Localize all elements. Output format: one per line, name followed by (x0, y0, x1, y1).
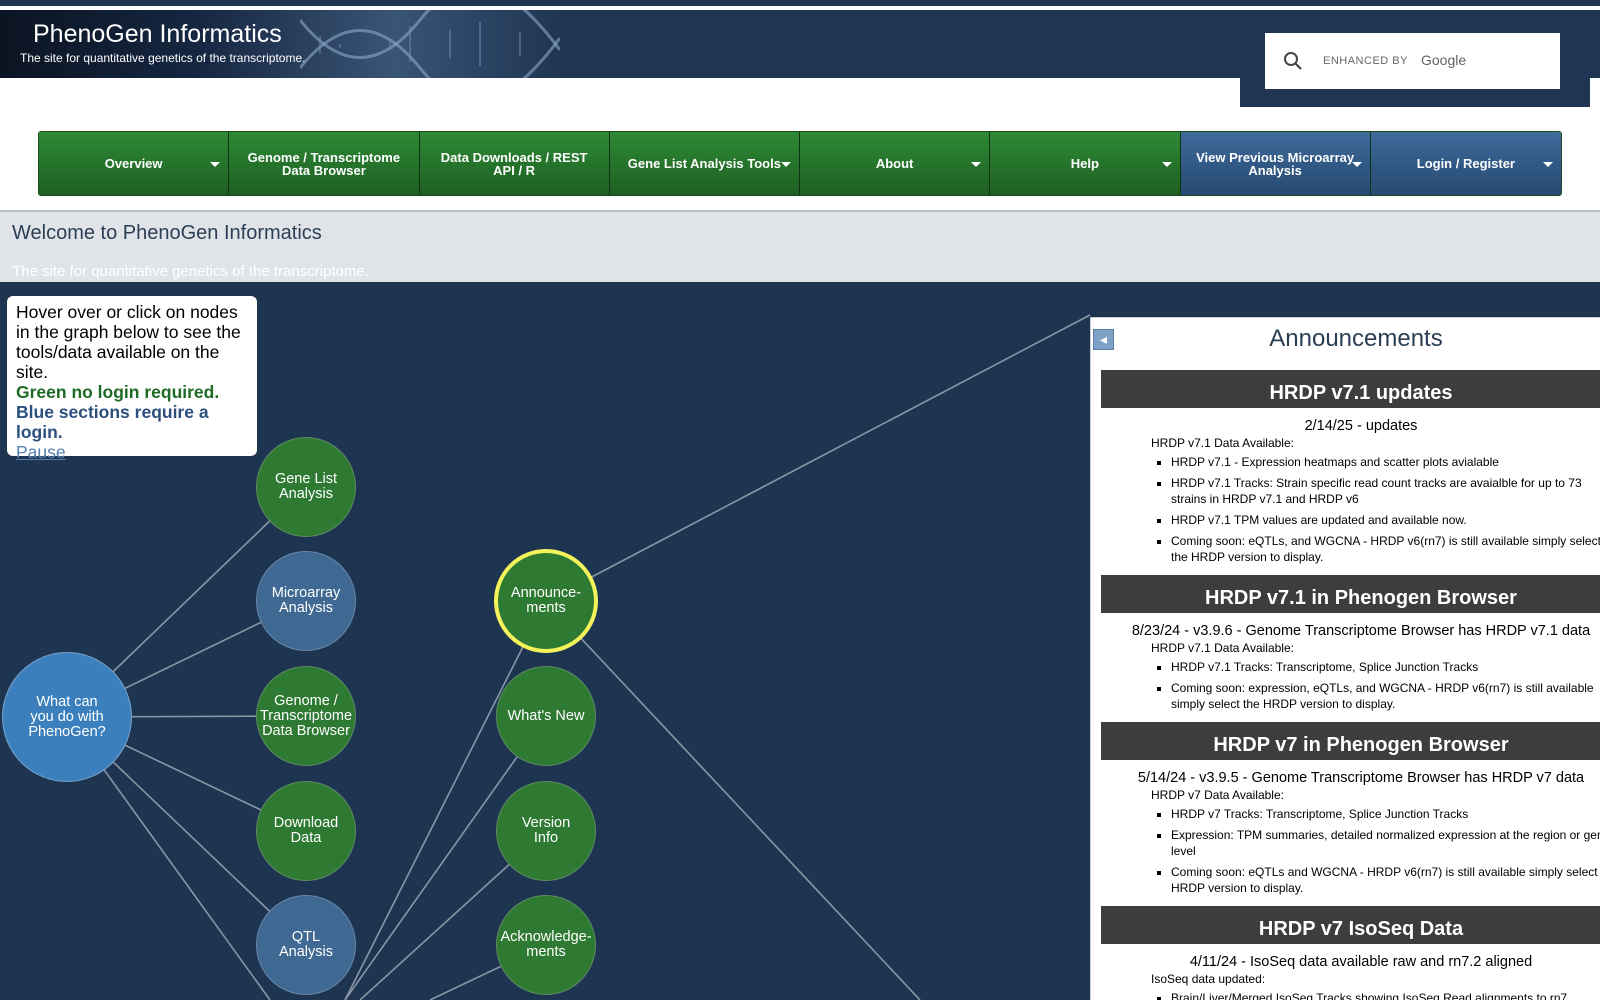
site-tagline: The site for quantitative genetics of th… (20, 51, 306, 65)
nav-gene-list-tools[interactable]: Gene List Analysis Tools (609, 132, 800, 195)
node-label: Microarray Analysis (271, 585, 341, 616)
announcement-bullets: HRDP v7 Tracks: Transcriptome, Splice Ju… (1171, 806, 1600, 896)
legend-blue: Blue sections require a login. (16, 402, 209, 442)
welcome-subtitle: The site for quantitative genetics of th… (12, 263, 369, 280)
node-label: What can you do with PhenoGen? (28, 693, 106, 740)
nav-label: View Previous Microarray Analysis (1196, 149, 1355, 178)
graph-instructions: Hover over or click on nodes in the grap… (7, 296, 257, 462)
announcement-bullets: HRDP v7.1 Tracks: Transcriptome, Splice … (1171, 659, 1600, 712)
nav-about[interactable]: About (800, 132, 991, 195)
main-nav: Overview Genome / Transcriptome Data Bro… (38, 131, 1562, 196)
chevron-down-icon[interactable] (971, 162, 982, 167)
nav-label: Genome / Transcriptome Data Browser (247, 149, 401, 178)
node-label: What's New (507, 707, 585, 724)
search-icon[interactable] (1283, 51, 1303, 71)
instructions-text: Hover over or click on nodes in the grap… (16, 302, 241, 382)
search-box[interactable]: ENHANCED BY Google (1265, 33, 1560, 89)
announcement-lead: IsoSeq data updated: (1151, 972, 1266, 986)
node-qtl-analysis[interactable]: QTL Analysis (256, 895, 356, 995)
node-root[interactable]: What can you do with PhenoGen? (2, 652, 132, 782)
announcements-panel: ◂ Announcements HRDP v7.1 updates 2/14/2… (1090, 317, 1600, 1000)
node-label: Acknowledge- ments (500, 929, 592, 960)
nav-label: Data Downloads / REST API / R (440, 149, 588, 178)
announcement-bullet: Expression: TPM summaries, detailed norm… (1171, 827, 1600, 859)
site-title[interactable]: PhenoGen Informatics (33, 20, 282, 49)
site-graph: Hover over or click on nodes in the grap… (0, 282, 1600, 1000)
node-gene-list-analysis[interactable]: Gene List Analysis (256, 437, 356, 537)
nav-label: Login / Register (1416, 156, 1515, 171)
announcement-date: 5/14/24 - v3.9.5 - Genome Transcriptome … (1137, 770, 1585, 786)
announcement-bullet: HRDP v7.1 Tracks: Transcriptome, Splice … (1171, 659, 1600, 675)
announcement-bullet: HRDP v7.1 - Expression heatmaps and scat… (1171, 454, 1600, 470)
nav-help[interactable]: Help (990, 132, 1181, 195)
node-label: QTL Analysis (279, 929, 333, 960)
nav-overview[interactable]: Overview (39, 132, 230, 195)
node-download-data[interactable]: Download Data (256, 781, 356, 881)
node-announcements[interactable]: Announce- ments (494, 549, 598, 653)
announcement-lead: HRDP v7.1 Data Available: (1151, 436, 1294, 450)
announcements-title: Announcements (1269, 325, 1443, 352)
search-google-label: Google (1421, 52, 1467, 68)
announcement-heading: HRDP v7.1 updates (1101, 370, 1600, 408)
search-panel: ENHANCED BY Google (1240, 10, 1590, 107)
announcement-date: 2/14/25 - updates (1304, 418, 1418, 434)
announcement-heading: HRDP v7 in Phenogen Browser (1101, 722, 1600, 760)
node-label: Version Info (521, 815, 571, 846)
announcement-date: 4/11/24 - IsoSeq data available raw and … (1189, 954, 1533, 970)
announcement-bullet: Coming soon: eQTLs and WGCNA - HRDP v6(r… (1171, 864, 1600, 896)
announcement-item: HRDP v7 IsoSeq Data 4/11/24 - IsoSeq dat… (1101, 906, 1600, 1000)
chevron-down-icon[interactable] (1351, 162, 1362, 167)
nav-label: Gene List Analysis Tools (627, 156, 781, 171)
chevron-down-icon[interactable] (1161, 162, 1172, 167)
node-microarray-analysis[interactable]: Microarray Analysis (256, 551, 356, 651)
welcome-banner: Welcome to PhenoGen Informatics The site… (0, 210, 1600, 282)
nav-genome-browser[interactable]: Genome / Transcriptome Data Browser (229, 132, 420, 195)
announcement-bullet: Brain/Liver/Merged IsoSeq Tracks showing… (1171, 990, 1600, 1000)
announcement-lead: HRDP v7 Data Available: (1151, 788, 1284, 802)
announcement-heading: HRDP v7.1 in Phenogen Browser (1101, 575, 1600, 613)
announcement-bullets: HRDP v7.1 - Expression heatmaps and scat… (1171, 454, 1600, 565)
chevron-down-icon[interactable] (781, 162, 791, 167)
announcement-bullet: HRDP v7 Tracks: Transcriptome, Splice Ju… (1171, 806, 1600, 822)
node-version-info[interactable]: Version Info (496, 781, 596, 881)
node-genome-browser[interactable]: Genome / Transcriptome Data Browser (256, 666, 356, 766)
chevron-down-icon[interactable] (210, 162, 221, 167)
chevron-down-icon[interactable] (1543, 162, 1553, 167)
nav-label: Help (1070, 156, 1099, 171)
announcement-bullet: HRDP v7.1 Tracks: Strain specific read c… (1171, 475, 1600, 507)
node-acknowledgements[interactable]: Acknowledge- ments (496, 895, 596, 995)
nav-previous-microarray[interactable]: View Previous Microarray Analysis (1180, 132, 1371, 195)
search-enhanced-label: ENHANCED BY (1323, 55, 1408, 67)
node-label: Genome / Transcriptome Data Browser (259, 692, 353, 739)
nav-login-register[interactable]: Login / Register (1370, 132, 1561, 195)
node-label: Download Data (273, 815, 339, 846)
announcement-bullets: Brain/Liver/Merged IsoSeq Tracks showing… (1171, 990, 1600, 1000)
top-border (0, 0, 1600, 6)
announcement-date: 8/23/24 - v3.9.6 - Genome Transcriptome … (1131, 623, 1591, 639)
announcement-bullet: Coming soon: eQTLs, and WGCNA - HRDP v6(… (1171, 533, 1600, 565)
announcement-bullet: HRDP v7.1 TPM values are updated and ava… (1171, 512, 1600, 528)
announcement-lead: HRDP v7.1 Data Available: (1151, 641, 1294, 655)
nav-label: Overview (104, 156, 163, 171)
nav-label: About (875, 156, 914, 171)
announcement-bullet: Coming soon: expression, eQTLs, and WGCN… (1171, 680, 1600, 712)
welcome-title: Welcome to PhenoGen Informatics (12, 222, 322, 244)
announcement-item: HRDP v7.1 updates 2/14/25 - updates HRDP… (1101, 370, 1600, 565)
announcement-item: HRDP v7.1 in Phenogen Browser 8/23/24 - … (1101, 575, 1600, 712)
announcement-item: HRDP v7 in Phenogen Browser 5/14/24 - v3… (1101, 722, 1600, 896)
nav-data-downloads[interactable]: Data Downloads / REST API / R (419, 132, 610, 195)
legend-green: Green no login required. (16, 382, 220, 402)
node-label: Gene List Analysis (274, 471, 338, 502)
announcement-heading: HRDP v7 IsoSeq Data (1101, 906, 1600, 944)
pause-link[interactable]: Pause (16, 442, 248, 462)
announcements-list: HRDP v7.1 updates 2/14/25 - updates HRDP… (1101, 370, 1600, 1000)
node-label: Announce- ments (510, 585, 582, 616)
node-whats-new[interactable]: What's New (496, 666, 596, 766)
